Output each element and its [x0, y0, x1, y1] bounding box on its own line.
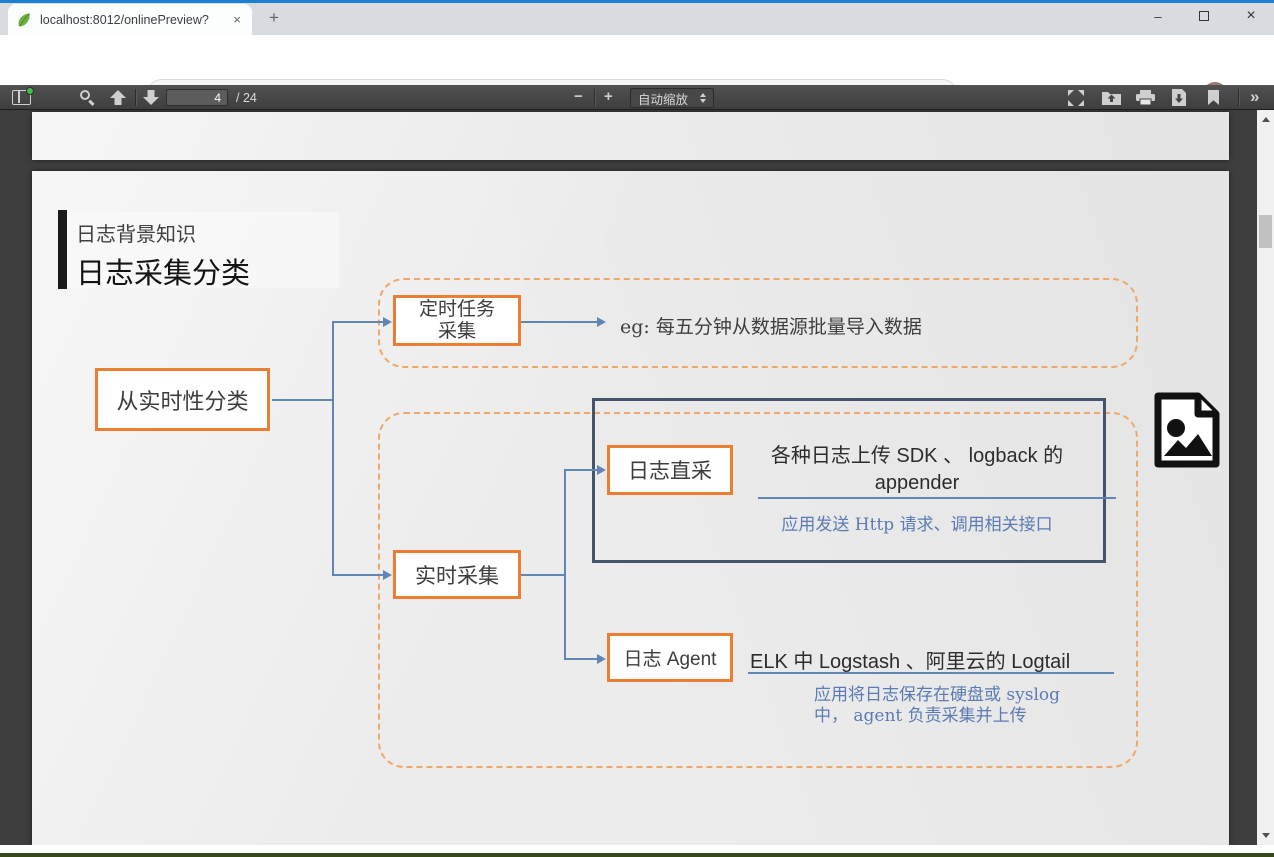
tab-close-icon[interactable]: × — [230, 12, 244, 27]
arrowhead — [383, 570, 392, 580]
browser-navbar: ← → ↻ ⌂ i localhost:8012/onlinePreview?u… — [0, 35, 1274, 85]
zoom-out-icon[interactable]: − — [574, 88, 583, 105]
connector-line — [332, 574, 384, 576]
timed-example-text: eg: 每五分钟从数据源批量导入数据 — [620, 312, 922, 339]
close-button[interactable]: × — [1228, 0, 1274, 32]
pdf-page-3-fragment — [32, 112, 1229, 160]
page-count-label: / 24 — [236, 91, 257, 105]
spring-leaf-favicon — [16, 12, 32, 28]
connector-line — [332, 321, 334, 576]
agent-note: 应用将日志保存在硬盘或 syslog 中， agent 负责采集并上传 — [814, 685, 1060, 727]
direct-desc: 各种日志上传 SDK 、 logback 的 appender — [722, 443, 1112, 497]
connector-line — [272, 399, 334, 401]
scroll-up-icon[interactable] — [1262, 117, 1270, 122]
pdf-page-4: 日志背景知识 日志采集分类 从实时性分类 定时任务 采集 实时采集 日志直采 日… — [32, 171, 1229, 845]
scroll-down-icon[interactable] — [1262, 833, 1270, 838]
slide-subtitle: 日志背景知识 — [76, 218, 339, 247]
vertical-scrollbar[interactable] — [1257, 110, 1274, 845]
node-timed-line1: 定时任务 — [419, 299, 495, 321]
maximize-button[interactable] — [1181, 0, 1227, 32]
browser-tab[interactable]: localhost:8012/onlinePreview? × — [8, 4, 252, 35]
direct-desc-line1: 各种日志上传 SDK 、 logback 的 — [722, 443, 1112, 470]
open-file-icon[interactable] — [1102, 90, 1121, 110]
agent-note-line2: 中， agent 负责采集并上传 — [814, 706, 1060, 727]
connector-line — [564, 658, 598, 660]
connector-line — [521, 574, 566, 576]
maximize-icon — [1199, 11, 1209, 21]
window-titlebar: localhost:8012/onlinePreview? × + – × — [0, 0, 1274, 35]
pdf-viewer[interactable]: 日志背景知识 日志采集分类 从实时性分类 定时任务 采集 实时采集 日志直采 日… — [0, 110, 1274, 845]
window-accent-line — [0, 0, 1274, 3]
window-bottom-strip — [0, 845, 1274, 853]
direct-divider-line — [758, 497, 1116, 499]
arrowhead — [597, 317, 606, 327]
page-up-icon[interactable] — [110, 90, 126, 110]
bookmark-icon[interactable] — [1208, 90, 1219, 110]
title-block: 日志背景知识 日志采集分类 — [67, 212, 339, 288]
new-tab-button[interactable]: + — [262, 8, 286, 28]
node-direct: 日志直采 — [607, 445, 733, 495]
arrowhead — [383, 317, 392, 327]
zoom-select[interactable]: 自动缩放 — [630, 88, 714, 108]
page-number-input[interactable] — [166, 89, 228, 106]
print-icon[interactable] — [1136, 90, 1155, 110]
arrowhead — [597, 465, 606, 475]
node-timed-line2: 采集 — [438, 321, 476, 343]
connector-line — [564, 469, 566, 660]
zoom-select-label: 自动缩放 — [638, 89, 688, 108]
node-realtime: 实时采集 — [393, 550, 521, 599]
desktop-edge-strip — [0, 853, 1274, 857]
node-timed: 定时任务 采集 — [393, 295, 521, 346]
download-icon[interactable] — [1172, 89, 1186, 111]
direct-note: 应用发送 Http 请求、调用相关接口 — [722, 510, 1112, 535]
minimize-button[interactable]: – — [1135, 0, 1181, 32]
direct-desc-line2: appender — [722, 470, 1112, 497]
page-down-icon[interactable] — [143, 90, 159, 110]
tab-title: localhost:8012/onlinePreview? — [40, 13, 230, 27]
presentation-mode-icon[interactable] — [1068, 90, 1084, 111]
toolbar-separator — [135, 89, 136, 106]
toolbar-separator — [594, 89, 595, 106]
connector-line — [564, 469, 598, 471]
pdf-toolbar: / 24 − + 自动缩放 » — [0, 85, 1274, 110]
agent-desc: ELK 中 Logstash 、阿里云的 Logtail — [750, 645, 1070, 674]
connector-line — [521, 321, 598, 323]
broken-image-icon — [1152, 392, 1222, 473]
more-tools-icon[interactable]: » — [1250, 87, 1259, 107]
node-root: 从实时性分类 — [95, 368, 270, 431]
connector-line — [332, 321, 384, 323]
zoom-select-arrows-icon — [700, 93, 706, 103]
arrowhead — [597, 654, 606, 664]
sidebar-notification-dot — [26, 87, 34, 95]
node-agent: 日志 Agent — [607, 633, 733, 682]
zoom-in-icon[interactable]: + — [604, 88, 613, 105]
title-accent-bar — [58, 210, 67, 289]
find-icon[interactable] — [80, 90, 90, 100]
slide-title: 日志采集分类 — [76, 250, 339, 292]
agent-underline — [748, 672, 1114, 674]
toolbar-separator — [1238, 89, 1239, 106]
scrollbar-thumb[interactable] — [1259, 215, 1272, 248]
agent-note-line1: 应用将日志保存在硬盘或 syslog — [814, 685, 1060, 706]
